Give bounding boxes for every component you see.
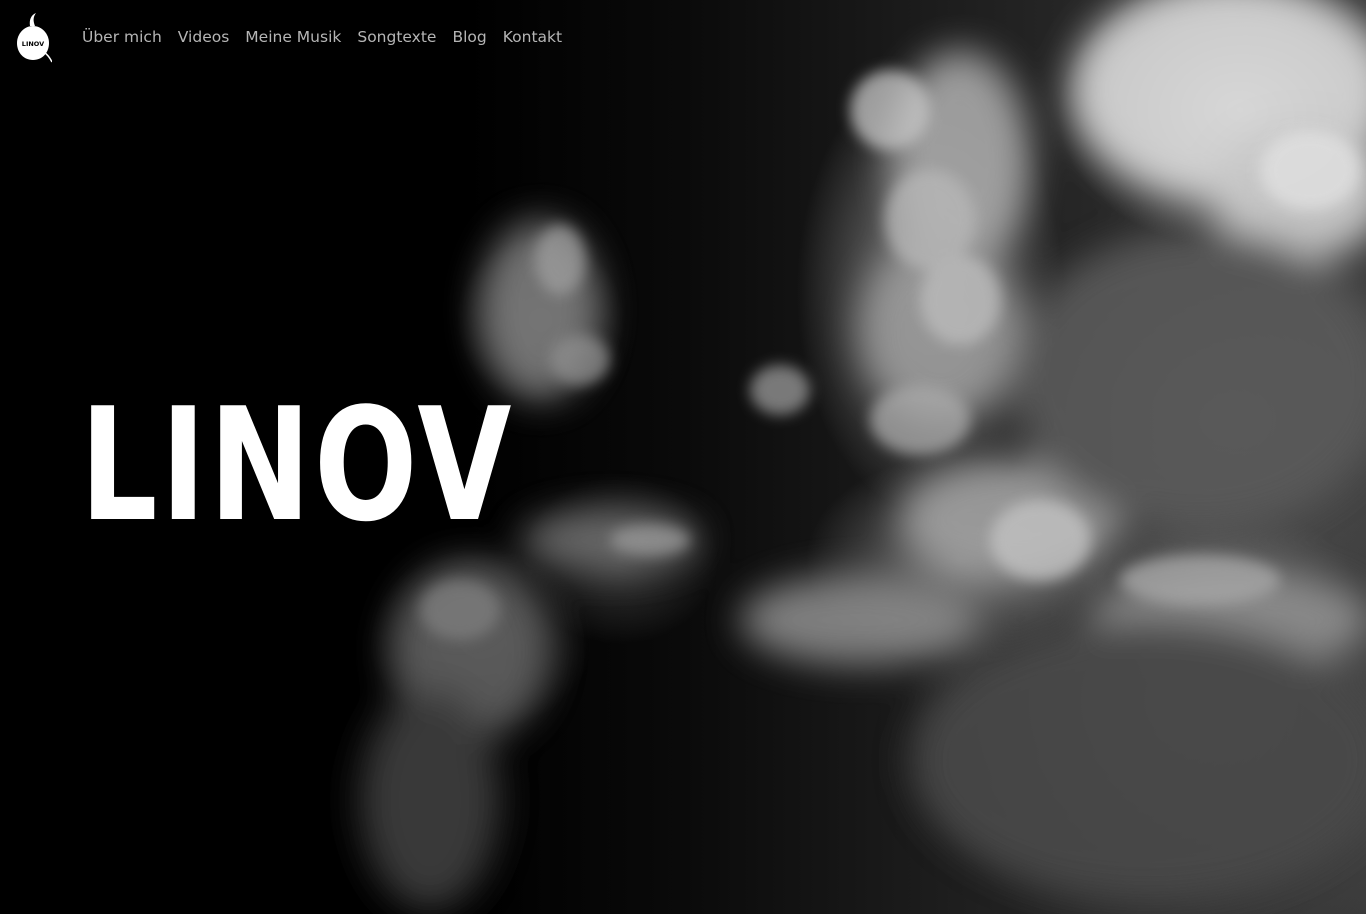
hero-page: LINOV Über mich Videos Meine Musik Songt… — [0, 0, 1366, 914]
hero-title: LINOV — [80, 374, 515, 556]
hero-section: LINOV — [0, 0, 1366, 914]
